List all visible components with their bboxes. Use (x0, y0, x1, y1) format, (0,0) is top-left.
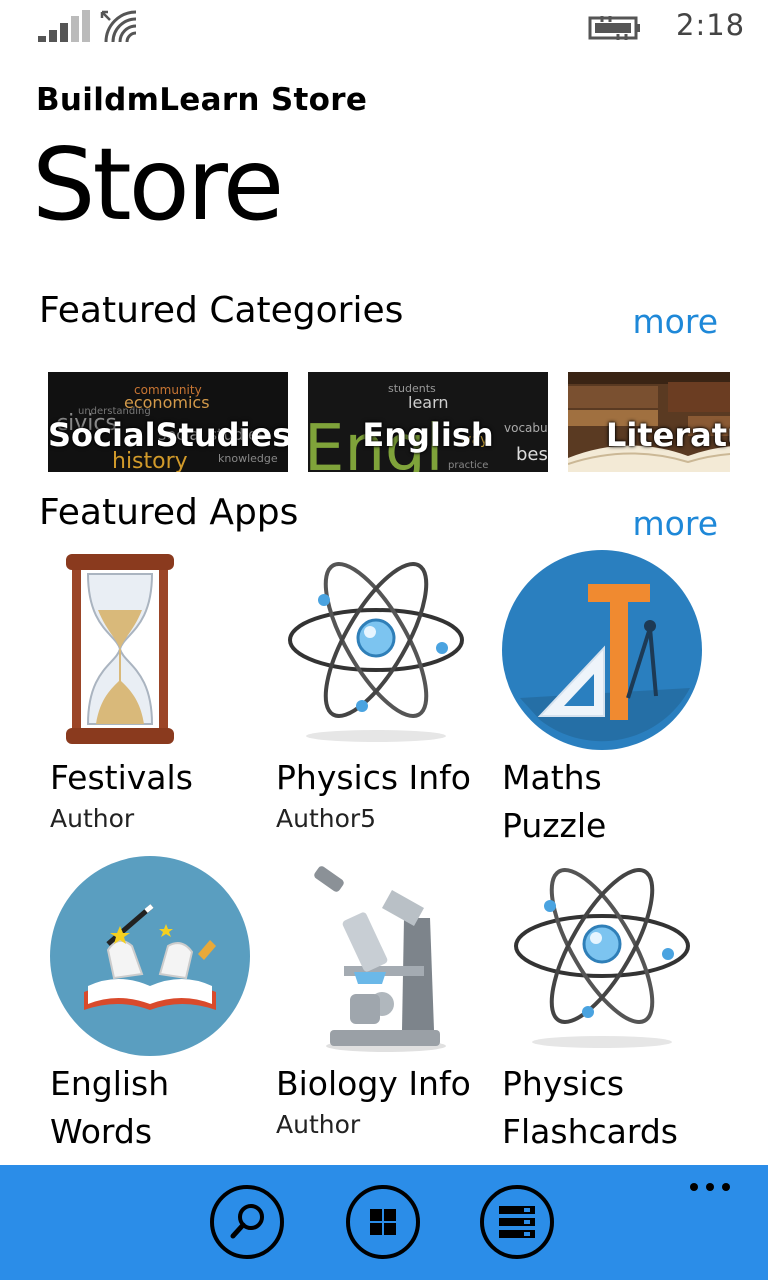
atom-icon (288, 562, 464, 742)
battery-charging-icon (588, 16, 640, 40)
signal-icon (38, 10, 90, 42)
app-name-line2: Flashcards (502, 1112, 678, 1151)
app-name: Festivals (50, 758, 193, 797)
app-author: Author5 (276, 804, 377, 833)
status-bar: 2:18 (0, 0, 768, 56)
app-tile-maths-puzzle[interactable]: Maths Puzzle (500, 548, 710, 848)
app-name-line1: Physics (502, 1064, 625, 1103)
page-title: Store (32, 126, 284, 243)
app-tile-english-words[interactable]: English Words (48, 854, 258, 1154)
apps-grid-icon (370, 1209, 396, 1235)
svg-text:practice: practice (448, 460, 488, 471)
magic-book-icon (50, 856, 250, 1056)
wifi-icon (100, 10, 137, 43)
categories-button[interactable] (346, 1185, 420, 1259)
featured-categories-title: Featured Categories (39, 290, 404, 331)
app-name: Physics Info (276, 758, 471, 797)
app-name: Biology Info (276, 1064, 471, 1103)
microscope-icon (314, 866, 446, 1052)
featured-categories-more-link[interactable]: more (633, 302, 718, 341)
svg-text:learn: learn (408, 393, 449, 412)
app-author: Author (276, 1110, 361, 1139)
category-tile-literature[interactable]: Literatu (568, 372, 730, 472)
list-button[interactable] (480, 1185, 554, 1259)
hourglass-icon (66, 554, 174, 744)
category-tile-english[interactable]: Engl learn students vocabulary best way … (308, 372, 548, 472)
app-tile-physics-info[interactable]: Physics Info Author5 (274, 548, 484, 848)
more-options-icon[interactable] (688, 1179, 732, 1195)
app-name-line2: Puzzle (502, 806, 607, 845)
category-label: English (362, 416, 494, 454)
status-time: 2:18 (676, 8, 746, 42)
app-tile-biology-info[interactable]: Biology Info Author (274, 854, 484, 1154)
featured-apps-title: Featured Apps (39, 492, 299, 533)
app-tile-physics-flashcards[interactable]: Physics Flashcards (500, 854, 710, 1154)
category-label: SocialStudies (48, 416, 288, 454)
category-label: Literatu (606, 416, 730, 454)
app-name-line1: English (50, 1064, 170, 1103)
svg-text:students: students (388, 382, 436, 395)
ruler-compass-icon (502, 550, 702, 750)
app-author: Author (50, 804, 135, 833)
app-bar (0, 1165, 768, 1280)
atom-icon (514, 868, 690, 1048)
app-title: BuildmLearn Store (36, 82, 368, 118)
search-icon (230, 1204, 264, 1239)
app-tile-festivals[interactable]: Festivals Author (48, 548, 258, 848)
app-name-line1: Maths (502, 758, 602, 797)
featured-categories-list: community economics civics social studie… (48, 372, 730, 472)
search-button[interactable] (210, 1185, 284, 1259)
app-name-line2: Words (50, 1112, 153, 1151)
list-icon (499, 1206, 535, 1238)
category-tile-socialstudies[interactable]: community economics civics social studie… (48, 372, 288, 472)
featured-apps-more-link[interactable]: more (633, 504, 718, 543)
